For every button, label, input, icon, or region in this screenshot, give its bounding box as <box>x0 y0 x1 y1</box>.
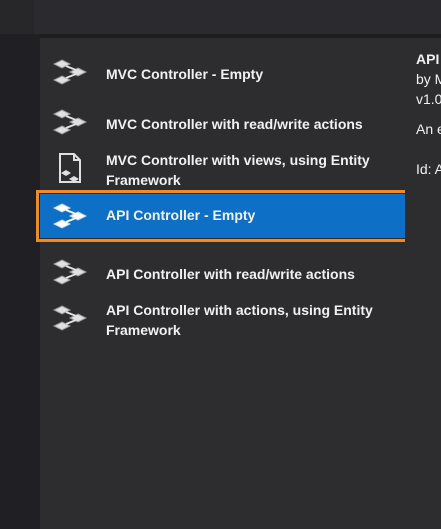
template-label: MVC Controller - Empty <box>106 66 264 82</box>
template-item-mvc-controller-views-ef[interactable]: MVC Controller with views, using Entity … <box>40 142 405 190</box>
template-label: API Controller with actions, using Entit… <box>106 302 373 338</box>
template-item-mvc-controller-read-write[interactable]: MVC Controller with read/write actions <box>40 96 405 138</box>
top-toolbar-strip <box>34 0 441 34</box>
template-details-panel: API by M v1.0 An e Id: A <box>405 38 441 529</box>
details-id: Id: A <box>416 161 441 177</box>
template-label: MVC Controller with read/write actions <box>106 116 363 132</box>
file-controller-icon <box>52 150 88 186</box>
details-author: by M <box>416 71 441 87</box>
controller-icon <box>52 254 88 290</box>
template-item-api-controller-empty[interactable]: API Controller - Empty <box>36 190 409 242</box>
template-item-api-controller-actions-ef[interactable]: API Controller with actions, using Entit… <box>40 292 405 340</box>
template-label: API Controller - Empty <box>106 207 256 223</box>
template-label: MVC Controller with views, using Entity … <box>106 152 370 188</box>
template-label: API Controller with read/write actions <box>106 266 355 282</box>
controller-icon <box>52 198 88 234</box>
controller-icon <box>52 104 88 140</box>
details-description: An e <box>416 121 441 137</box>
top-left-block <box>0 0 34 34</box>
template-item-api-controller-read-write[interactable]: API Controller with read/write actions <box>40 246 405 288</box>
details-version: v1.0 <box>416 91 441 107</box>
controller-icon <box>52 54 88 90</box>
category-pane <box>0 34 40 529</box>
details-name: API <box>416 51 440 67</box>
template-item-mvc-controller-empty[interactable]: MVC Controller - Empty <box>40 46 405 88</box>
controller-icon <box>52 300 88 336</box>
template-list[interactable]: MVC Controller - Empty MVC Controller wi… <box>36 38 409 529</box>
